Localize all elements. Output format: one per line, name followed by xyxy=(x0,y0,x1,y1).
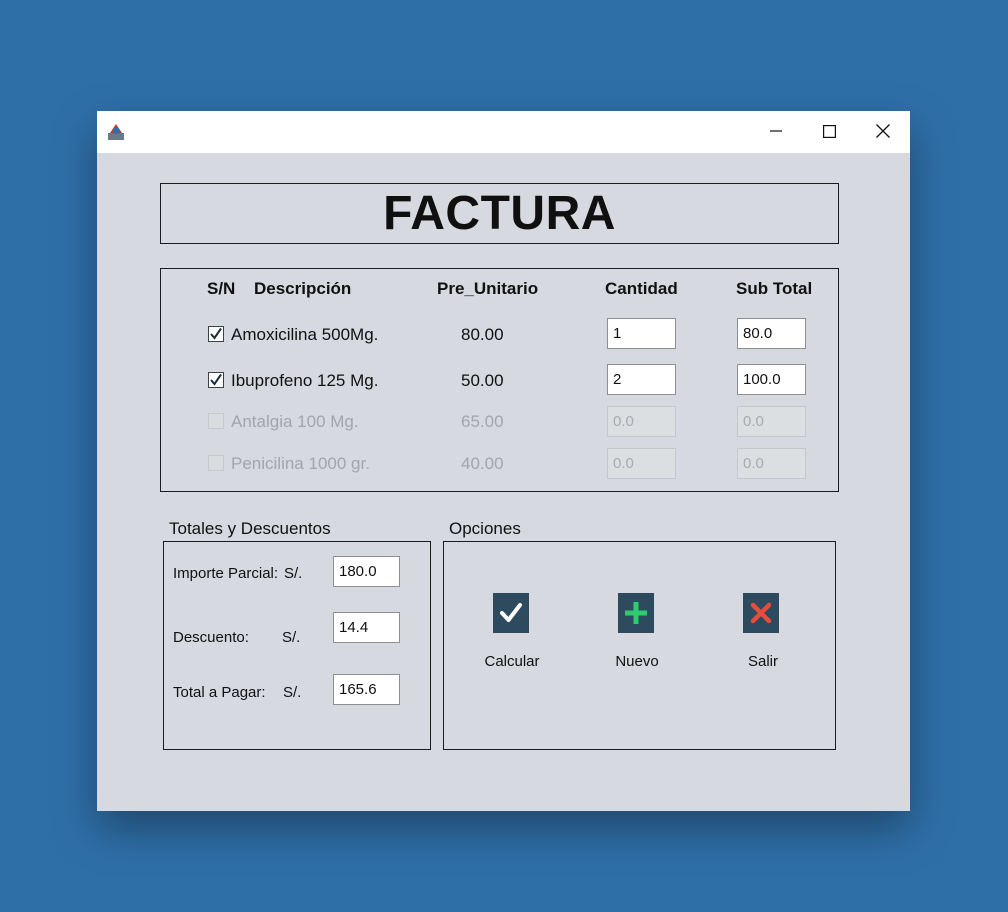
importe-currency: S/. xyxy=(284,565,303,582)
header-sub-total: Sub Total xyxy=(736,279,813,298)
importe-parcial-field[interactable]: 180.0 xyxy=(333,556,400,587)
x-icon xyxy=(750,602,772,624)
importe-label: Importe Parcial: xyxy=(173,565,279,582)
title-bar xyxy=(97,111,910,153)
plus-icon xyxy=(625,602,647,624)
total-a-pagar-field[interactable]: 165.6 xyxy=(333,674,400,705)
subtotal-field[interactable]: 80.0 xyxy=(737,318,806,349)
header-cantidad: Cantidad xyxy=(605,279,678,298)
header-sn: S/N xyxy=(207,279,236,298)
minimize-button[interactable] xyxy=(749,111,803,151)
row-checkbox-amoxicilina[interactable] xyxy=(208,326,224,342)
total-label: Total a Pagar: xyxy=(173,684,266,701)
java-app-icon xyxy=(107,121,125,141)
row-unit-price: 50.00 xyxy=(461,371,504,390)
nuevo-label[interactable]: Nuevo xyxy=(587,653,687,670)
row-unit-price: 40.00 xyxy=(461,454,504,473)
row-unit-price: 80.00 xyxy=(461,325,504,344)
descuento-field[interactable]: 14.4 xyxy=(333,612,400,643)
invoice-window: FACTURA S/N Descripción Pre_Unitario Can… xyxy=(97,111,910,811)
total-currency: S/. xyxy=(283,684,302,701)
header-descripcion: Descripción xyxy=(254,279,352,298)
row-description: Penicilina 1000 gr. xyxy=(231,454,370,473)
calcular-button[interactable] xyxy=(493,593,529,633)
descuento-currency: S/. xyxy=(282,629,301,646)
row-description: Ibuprofeno 125 Mg. xyxy=(231,371,379,390)
salir-label[interactable]: Salir xyxy=(713,653,813,670)
row-description: Antalgia 100 Mg. xyxy=(231,412,359,431)
options-panel xyxy=(443,541,836,750)
invoice-title-box: FACTURA xyxy=(160,183,839,244)
header-pre-unitario: Pre_Unitario xyxy=(437,279,539,298)
row-description: Amoxicilina 500Mg. xyxy=(231,325,379,344)
invoice-title: FACTURA xyxy=(383,187,616,240)
salir-button[interactable] xyxy=(743,593,779,633)
check-icon xyxy=(500,603,522,622)
row-checkbox-ibuprofeno[interactable] xyxy=(208,372,224,388)
calcular-label[interactable]: Calcular xyxy=(462,653,562,670)
quantity-field[interactable]: 0.0 xyxy=(607,448,676,479)
subtotal-field[interactable]: 0.0 xyxy=(737,448,806,479)
quantity-field[interactable]: 0.0 xyxy=(607,406,676,437)
nuevo-button[interactable] xyxy=(618,593,654,633)
totals-section-title: Totales y Descuentos xyxy=(169,519,331,538)
options-section-title: Opciones xyxy=(449,519,521,538)
maximize-button[interactable] xyxy=(802,111,856,151)
quantity-field[interactable]: 2 xyxy=(607,364,676,395)
row-unit-price: 65.00 xyxy=(461,412,504,431)
descuento-label: Descuento: xyxy=(173,629,249,646)
quantity-field[interactable]: 1 xyxy=(607,318,676,349)
row-checkbox-antalgia[interactable] xyxy=(208,413,224,429)
close-button[interactable] xyxy=(856,111,910,151)
subtotal-field[interactable]: 0.0 xyxy=(737,406,806,437)
row-checkbox-penicilina[interactable] xyxy=(208,455,224,471)
subtotal-field[interactable]: 100.0 xyxy=(737,364,806,395)
